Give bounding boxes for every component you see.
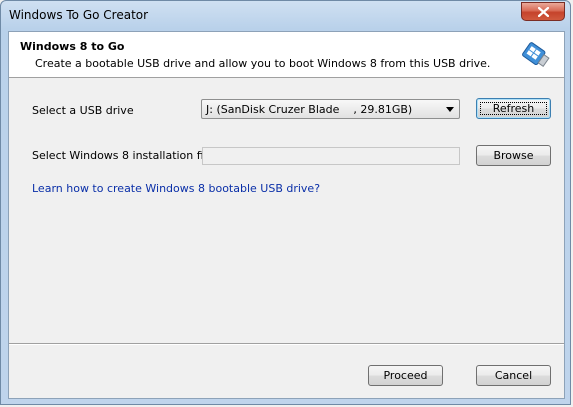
- browse-button[interactable]: Browse: [476, 145, 551, 166]
- help-link[interactable]: Learn how to create Windows 8 bootable U…: [32, 182, 320, 195]
- refresh-button[interactable]: Refresh: [476, 98, 551, 119]
- header-title: Windows 8 to Go: [20, 40, 125, 53]
- cancel-button[interactable]: Cancel: [476, 365, 551, 386]
- proceed-button[interactable]: Proceed: [368, 365, 443, 386]
- wizard-header: Windows 8 to Go Create a bootable USB dr…: [9, 32, 564, 78]
- window-title: Windows To Go Creator: [9, 8, 149, 22]
- close-button[interactable]: [521, 2, 565, 21]
- app-window: Windows To Go Creator Windows 8 to Go Cr…: [0, 0, 571, 405]
- usb-drive-dropdown[interactable]: J: (SanDisk Cruzer Blade , 29.81GB): [201, 99, 460, 119]
- usb-drive-label: Select a USB drive: [32, 104, 134, 117]
- footer-separator: [9, 343, 564, 345]
- dialog-client-area: Windows 8 to Go Create a bootable USB dr…: [8, 31, 565, 399]
- header-subtitle: Create a bootable USB drive and allow yo…: [35, 57, 491, 70]
- usb-drive-selected: J: (SanDisk Cruzer Blade , 29.81GB): [206, 103, 413, 116]
- install-file-label: Select Windows 8 installation file: [32, 149, 214, 162]
- install-file-input[interactable]: [202, 147, 460, 165]
- chevron-down-icon: [446, 107, 454, 112]
- usb-drive-icon: [522, 42, 550, 68]
- close-icon: [538, 7, 549, 17]
- title-bar[interactable]: Windows To Go Creator: [1, 1, 570, 31]
